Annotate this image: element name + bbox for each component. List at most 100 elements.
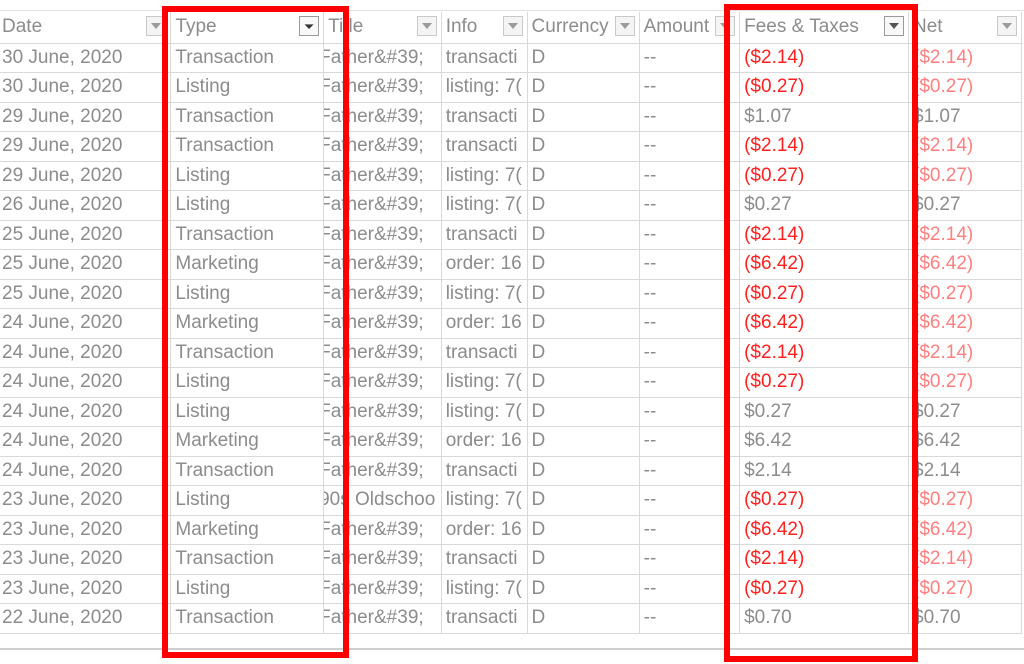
net-cell[interactable]: ($6.42) (908, 515, 1022, 545)
currency-cell[interactable]: D (527, 367, 640, 398)
type-cell[interactable]: Listing (170, 279, 325, 309)
date-cell[interactable]: 24 June, 2020 (0, 397, 172, 427)
fees-cell[interactable]: ($2.14) (739, 338, 910, 368)
amount-cell[interactable]: -- (639, 308, 741, 339)
currency-cell[interactable]: D (527, 574, 640, 604)
title-filter-dropdown[interactable] (416, 16, 437, 36)
info-cell[interactable]: transacti (441, 102, 528, 132)
table-row[interactable]: 24 June, 2020 Marketing Father&#39; order: … (0, 308, 1022, 339)
header-currency[interactable]: Currency (527, 12, 640, 44)
date-cell[interactable]: 30 June, 2020 (0, 43, 172, 73)
fees-cell[interactable]: $6.42 (739, 426, 910, 457)
title-cell[interactable]: Father&#39; (323, 43, 442, 73)
title-cell[interactable]: Father&#39; (323, 279, 442, 309)
table-row[interactable]: 25 June, 2020 Listing Father&#39; listing: … (0, 279, 1022, 309)
table-row[interactable]: 30 June, 2020 Listing Father&#39; listing: … (0, 72, 1022, 103)
net-cell[interactable]: ($2.14) (908, 220, 1022, 250)
currency-cell[interactable]: D (527, 308, 640, 339)
info-cell[interactable]: listing: 7( (441, 161, 528, 191)
type-cell[interactable]: Transaction (170, 102, 325, 132)
amount-cell[interactable]: -- (639, 574, 741, 604)
info-cell[interactable]: listing: 7( (441, 574, 528, 604)
info-cell[interactable]: transacti (441, 338, 528, 368)
amount-cell[interactable]: -- (639, 72, 741, 103)
net-cell[interactable]: $0.27 (908, 190, 1022, 221)
fees-cell[interactable]: $1.07 (739, 102, 910, 132)
header-net[interactable]: Net (908, 12, 1022, 44)
currency-filter-dropdown[interactable] (614, 16, 635, 36)
fees-cell[interactable]: $0.27 (739, 190, 910, 221)
info-cell[interactable]: transacti (441, 220, 528, 250)
net-cell[interactable]: ($0.27) (908, 367, 1022, 398)
currency-cell[interactable]: D (527, 190, 640, 221)
currency-cell[interactable]: D (527, 515, 640, 545)
table-row[interactable]: 26 June, 2020 Listing Father&#39; listing: … (0, 190, 1022, 221)
fees-cell[interactable]: ($2.14) (739, 220, 910, 250)
amount-cell[interactable]: -- (639, 190, 741, 221)
currency-cell[interactable]: D (527, 43, 640, 73)
type-cell[interactable]: Marketing (170, 515, 325, 545)
net-cell[interactable]: $1.07 (908, 102, 1022, 132)
amount-cell[interactable]: -- (639, 397, 741, 427)
amount-cell[interactable]: -- (639, 485, 741, 516)
header-date[interactable]: Date (0, 12, 172, 44)
currency-cell[interactable]: D (527, 603, 640, 634)
net-cell[interactable]: $0.70 (908, 603, 1022, 634)
fees-cell[interactable]: ($6.42) (739, 515, 910, 545)
amount-cell[interactable]: -- (639, 43, 741, 73)
title-cell[interactable]: Father&#39; (323, 72, 442, 103)
info-cell[interactable]: transacti (441, 603, 528, 634)
net-cell[interactable]: ($0.27) (908, 72, 1022, 103)
fees-cell[interactable]: ($0.27) (739, 279, 910, 309)
net-cell[interactable]: ($0.27) (908, 161, 1022, 191)
table-row[interactable]: 24 June, 2020 Transaction Father&#39; trans… (0, 338, 1022, 368)
title-cell[interactable]: Father&#39; (323, 456, 442, 486)
amount-cell[interactable]: -- (639, 220, 741, 250)
net-cell[interactable]: ($6.42) (908, 308, 1022, 339)
date-cell[interactable]: 24 June, 2020 (0, 338, 172, 368)
date-cell[interactable]: 24 June, 2020 (0, 367, 172, 398)
fees-cell[interactable]: ($6.42) (739, 308, 910, 339)
date-cell[interactable]: 24 June, 2020 (0, 456, 172, 486)
currency-cell[interactable]: D (527, 544, 640, 575)
currency-cell[interactable]: D (527, 456, 640, 486)
type-filter-dropdown[interactable]: ⏷ (299, 16, 320, 36)
net-filter-dropdown[interactable] (997, 16, 1017, 36)
amount-cell[interactable]: -- (639, 102, 741, 132)
net-cell[interactable]: $6.42 (908, 426, 1022, 457)
fees-cell[interactable]: $0.70 (739, 603, 910, 634)
type-cell[interactable]: Transaction (170, 220, 325, 250)
title-cell[interactable]: Father&#39; (323, 308, 442, 339)
currency-cell[interactable]: D (527, 279, 640, 309)
date-cell[interactable]: 26 June, 2020 (0, 190, 172, 221)
type-cell[interactable]: Transaction (170, 456, 325, 486)
info-cell[interactable]: listing: 7( (441, 190, 528, 221)
amount-cell[interactable]: -- (639, 279, 741, 309)
table-row[interactable]: 25 June, 2020 Marketing Father&#39; order: … (0, 249, 1022, 280)
fees-cell[interactable]: ($2.14) (739, 544, 910, 575)
title-cell[interactable]: Father&#39; (323, 544, 442, 575)
net-cell[interactable]: ($2.14) (908, 544, 1022, 575)
date-cell[interactable]: 23 June, 2020 (0, 515, 172, 545)
title-cell[interactable]: Father&#39; (323, 603, 442, 634)
currency-cell[interactable]: D (527, 485, 640, 516)
type-cell[interactable]: Marketing (170, 249, 325, 280)
fees-cell[interactable]: $0.27 (739, 397, 910, 427)
amount-cell[interactable]: -- (639, 338, 741, 368)
header-info[interactable]: Info (441, 12, 528, 44)
type-cell[interactable]: Transaction (170, 131, 325, 162)
type-cell[interactable]: Transaction (170, 603, 325, 634)
title-cell[interactable]: Father&#39; (323, 131, 442, 162)
table-row[interactable]: 30 June, 2020 Transaction Father&#39; trans… (0, 43, 1022, 73)
date-cell[interactable]: 24 June, 2020 (0, 308, 172, 339)
date-cell[interactable]: 23 June, 2020 (0, 485, 172, 516)
table-row[interactable]: 23 June, 2020 Marketing Father&#39; order: … (0, 515, 1022, 545)
title-cell[interactable]: Father&#39; (323, 249, 442, 280)
currency-cell[interactable]: D (527, 397, 640, 427)
info-filter-dropdown[interactable] (502, 16, 523, 36)
type-cell[interactable]: Listing (170, 485, 325, 516)
table-row[interactable]: 23 June, 2020 Listing 90s Oldschoo listing:… (0, 485, 1022, 516)
info-cell[interactable]: listing: 7( (441, 367, 528, 398)
amount-cell[interactable]: -- (639, 131, 741, 162)
table-row[interactable]: 24 June, 2020 Listing Father&#39; listing: … (0, 367, 1022, 398)
